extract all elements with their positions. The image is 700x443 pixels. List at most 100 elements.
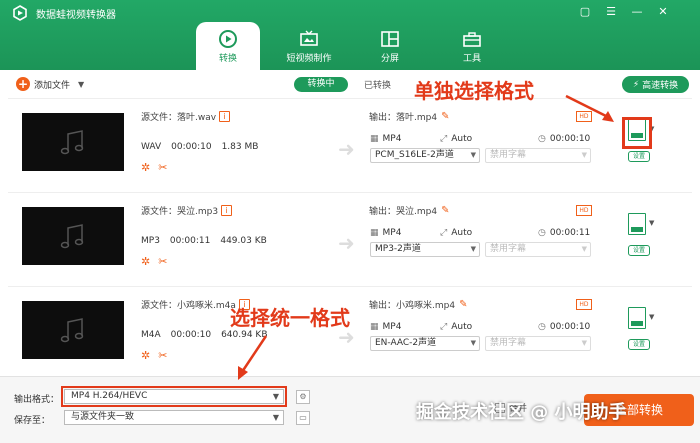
clock-icon: ◷ [538, 322, 546, 332]
audio-track-value: PCM_S16LE-2声道 [375, 150, 454, 160]
format-select-button[interactable]: ▼ [628, 307, 654, 333]
thumbnail[interactable] [22, 207, 124, 265]
edit-icon[interactable]: ✎ [459, 299, 467, 310]
fast-convert-label: 高速转换 [642, 81, 679, 91]
tab-short-video-label: 短视频制作 [286, 54, 332, 64]
tab-convert-label: 转换 [218, 54, 237, 64]
file-format-icon [628, 307, 646, 329]
output-duration: 00:00:10 [549, 134, 591, 144]
info-icon[interactable]: i [221, 205, 233, 216]
output-format: MP4 [382, 228, 402, 238]
edit-icon[interactable]: ✎ [441, 205, 449, 216]
subtitle-select[interactable]: 禁用字幕 ▼ [485, 242, 591, 257]
source-format: M4A [141, 330, 161, 340]
arrow-right-icon: ➜ [338, 137, 355, 161]
source-name-text: 源文件：哭泣.mp3 [141, 207, 219, 217]
source-tools: ✲ ✂ [141, 349, 167, 362]
edit-icon[interactable]: ✎ [441, 111, 449, 122]
minimize-icon[interactable]: — [628, 4, 646, 20]
subtitle-value: 禁用字幕 [490, 150, 527, 160]
save-to-label: 保存至： [14, 416, 51, 426]
source-tools: ✲ ✂ [141, 161, 167, 174]
tab-converted[interactable]: 已转换 [364, 78, 391, 91]
video-format-icon: ▦ [370, 228, 379, 238]
settings-button[interactable]: 设置 [628, 151, 650, 162]
source-size: 1.83 MB [221, 142, 259, 152]
source-duration: 00:00:10 [171, 142, 212, 152]
chevron-down-icon: ▼ [470, 245, 476, 253]
tab-tools[interactable]: 工具 [440, 22, 504, 70]
chevron-down-icon: ▼ [581, 245, 587, 253]
chevron-down-icon: ▼ [581, 339, 587, 347]
audio-track-select[interactable]: PCM_S16LE-2声道 ▼ [370, 148, 480, 163]
app-logo-icon [13, 5, 27, 21]
audio-track-select[interactable]: EN-AAC-2声道 ▼ [370, 336, 480, 351]
source-format: MP3 [141, 236, 160, 246]
source-meta: MP3 00:00:11 449.03 KB [141, 236, 267, 246]
source-name: 源文件：哭泣.mp3 i [141, 204, 233, 217]
folder-icon[interactable]: ▭ [296, 411, 310, 425]
source-name-text: 源文件：小鸡啄米.m4a [141, 301, 236, 311]
subtitle-value: 禁用字幕 [490, 244, 527, 254]
menu-icon[interactable]: ☰ [602, 4, 620, 20]
output-format: MP4 [382, 134, 402, 144]
subtitle-select[interactable]: 禁用字幕 ▼ [485, 148, 591, 163]
output-format: MP4 [382, 322, 402, 332]
close-icon[interactable]: ✕ [654, 4, 672, 20]
subtitle-select[interactable]: 禁用字幕 ▼ [485, 336, 591, 351]
output-name: 输出：哭泣.mp4 ✎ [369, 204, 449, 217]
output-resolution: Auto [451, 134, 473, 144]
output-resolution: Auto [451, 322, 473, 332]
output-resolution: Auto [451, 228, 473, 238]
source-name: 源文件：落叶.wav i [141, 110, 231, 123]
clock-icon: ◷ [538, 228, 546, 238]
video-format-icon: ▦ [370, 322, 379, 332]
source-duration: 00:00:11 [169, 236, 211, 246]
output-name-text: 输出：落叶.mp4 [369, 113, 438, 123]
convert-icon [219, 30, 237, 48]
file-row: 源文件：哭泣.mp3 i MP3 00:00:11 449.03 KB ✲ ✂ … [8, 192, 692, 281]
tab-converting[interactable]: 转换中 [294, 77, 348, 92]
feedback-icon[interactable]: ▢ [576, 4, 594, 20]
chevron-down-icon: ▼ [470, 339, 476, 347]
save-to-select[interactable]: 与源文件夹一致 ▼ [64, 410, 284, 425]
output-name: 输出：小鸡啄米.mp4 ✎ [369, 298, 467, 311]
scissors-icon[interactable]: ✂ [158, 161, 167, 174]
file-row: 源文件：小鸡啄米.m4a i M4A 00:00:10 640.94 KB ✲ … [8, 286, 692, 375]
chevron-down-icon: ▼ [272, 413, 279, 422]
settings-button[interactable]: 设置 [628, 339, 650, 350]
audio-track-select[interactable]: MP3-2声道 ▼ [370, 242, 480, 257]
tab-short-video[interactable]: 短视频制作 [276, 22, 342, 70]
enhance-icon[interactable]: ✲ [141, 349, 150, 362]
format-settings-icon[interactable]: ⚙ [296, 390, 310, 404]
hd-badge-icon[interactable]: HD [576, 205, 592, 216]
source-meta: WAV 00:00:10 1.83 MB [141, 142, 258, 152]
enhance-icon[interactable]: ✲ [141, 255, 150, 268]
source-size: 449.03 KB [220, 236, 267, 246]
format-select-button[interactable]: ▼ [628, 213, 654, 239]
tab-convert[interactable]: 转换 [196, 22, 260, 70]
video-format-icon: ▦ [370, 134, 379, 144]
chevron-down-icon: ▼ [470, 151, 476, 159]
fast-convert-button[interactable]: ⚡ 高速转换 [622, 76, 689, 93]
scissors-icon[interactable]: ✂ [158, 349, 167, 362]
add-file-button[interactable]: + 添加文件 ▼ [16, 77, 84, 91]
source-duration: 00:00:10 [170, 330, 212, 340]
thumbnail[interactable] [22, 113, 124, 171]
resolution-icon: ⤢ [440, 322, 448, 332]
annotation-single-format: 单独选择格式 [414, 79, 534, 103]
chevron-down-icon[interactable]: ▼ [78, 80, 84, 89]
arrow-annotation-icon [238, 335, 268, 380]
watermark: 掘金技术社区 @ 小明助手 [416, 402, 627, 423]
enhance-icon[interactable]: ✲ [141, 161, 150, 174]
audio-track-value: MP3-2声道 [375, 244, 421, 254]
plus-icon: + [16, 77, 30, 91]
tv-icon [300, 30, 318, 46]
tab-split-screen[interactable]: 分屏 [358, 22, 422, 70]
scissors-icon[interactable]: ✂ [158, 255, 167, 268]
hd-badge-icon[interactable]: HD [576, 299, 592, 310]
thumbnail[interactable] [22, 301, 124, 359]
settings-button[interactable]: 设置 [628, 245, 650, 256]
info-icon[interactable]: i [219, 111, 231, 122]
music-note-icon [60, 224, 84, 249]
